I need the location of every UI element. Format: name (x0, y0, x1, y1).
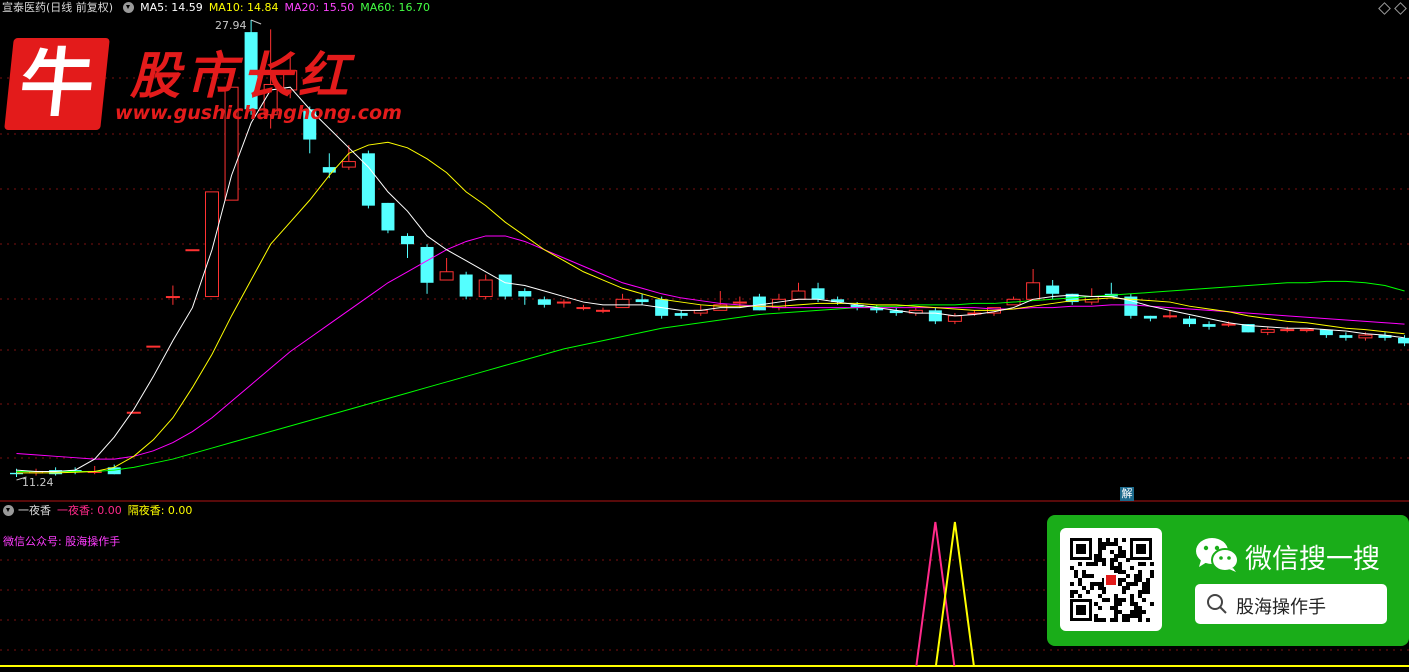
candle (381, 202, 395, 231)
candle (811, 288, 825, 300)
candle (478, 279, 493, 298)
ma20-value: MA20: 15.50 (284, 1, 355, 14)
wechat-search-title: 微信搜一搜 (1245, 544, 1380, 575)
candle (1202, 324, 1216, 327)
candle (947, 315, 962, 322)
candle (146, 345, 161, 348)
candle (361, 153, 375, 206)
indicator-name[interactable]: 一夜香 (18, 504, 51, 517)
candle (635, 299, 649, 303)
ma10-value: MA10: 14.84 (208, 1, 279, 14)
candle (1162, 315, 1177, 318)
candle (1046, 285, 1060, 294)
candle (791, 290, 806, 300)
candle (401, 235, 414, 245)
candle (165, 296, 180, 299)
ma5-value: MA5: 14.59 (140, 1, 203, 14)
wechat-icon (1196, 538, 1239, 572)
candle (1143, 315, 1157, 319)
header-bar: 宣泰医药(日线 前复权) MA5: 14.59 MA10: 14.84 MA20: 1… (0, 0, 436, 16)
search-text: 股海操作手 (1236, 597, 1326, 618)
candle (1319, 329, 1333, 336)
candle (1339, 335, 1353, 338)
logo-char: 牛 (15, 41, 99, 127)
candle (1221, 323, 1236, 326)
indicator-header: 一夜香 一夜香: 0.00 隔夜香: 0.00 (0, 504, 198, 518)
candle (752, 296, 766, 311)
candle (205, 191, 219, 298)
candle (459, 274, 473, 297)
candle (518, 291, 532, 297)
candle (596, 309, 610, 312)
candle (439, 271, 454, 281)
indicator-yellow-spike (934, 521, 975, 667)
candle (674, 313, 688, 316)
search-input[interactable]: 股海操作手 (1195, 584, 1387, 624)
qr-code-icon (1060, 528, 1162, 631)
logo-badge: 牛 (4, 38, 110, 130)
search-icon (1207, 594, 1227, 614)
indicator-value-2: 隔夜香: 0.00 (127, 504, 193, 517)
watermark-title: 股市长红 (130, 46, 354, 105)
candle (1299, 329, 1314, 332)
dropdown-icon[interactable] (123, 2, 135, 13)
dropdown-icon[interactable] (3, 505, 14, 516)
candle (1358, 334, 1373, 339)
candle (1260, 329, 1275, 333)
candle (420, 246, 434, 283)
high-price-label: 27.94 (215, 19, 247, 32)
candle (928, 310, 942, 322)
stock-title[interactable]: 宣泰医药(日线 前复权) (2, 1, 113, 14)
unlock-marker[interactable]: 解 (1120, 487, 1134, 501)
candle (615, 298, 630, 309)
low-price-label: 11.24 (22, 476, 54, 489)
indicator-value-1: 一夜香: 0.00 (57, 504, 122, 517)
ma20-line (16, 235, 1405, 460)
watermark-url: www.gushichanghong.com (115, 102, 402, 124)
ma60-value: MA60: 16.70 (360, 1, 430, 14)
candle (732, 301, 747, 304)
candle (1398, 337, 1409, 344)
candle (1183, 318, 1196, 325)
candle (185, 249, 200, 252)
candle (498, 274, 512, 297)
candle (341, 161, 356, 168)
candle (576, 307, 591, 310)
indicator-pink-spike (915, 521, 956, 667)
candle (537, 299, 551, 305)
candle (126, 411, 141, 414)
wechat-search-card[interactable]: 微信搜一搜 股海操作手 (1047, 515, 1409, 646)
candle (1280, 329, 1295, 332)
wechat-official-label: 微信公众号: 股海操作手 (3, 535, 121, 548)
candle (1026, 282, 1041, 300)
candle (556, 301, 571, 304)
high-pointer (250, 19, 262, 25)
